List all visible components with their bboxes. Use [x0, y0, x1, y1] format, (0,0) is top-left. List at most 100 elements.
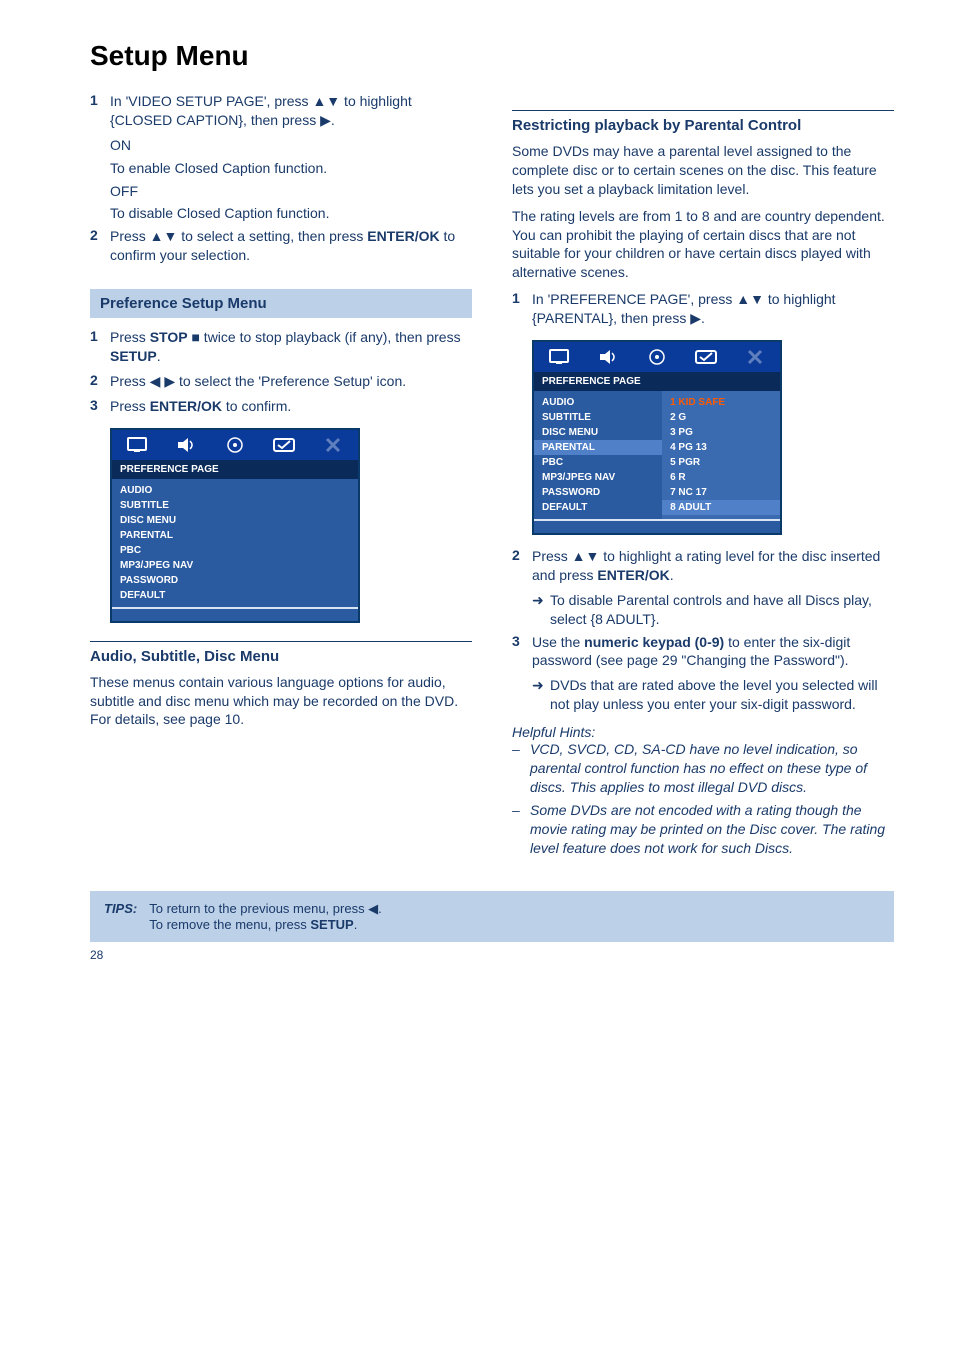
step-item: 2 Press ▲▼ to highlight a rating level f… — [512, 547, 894, 585]
tips-label: TIPS: — [104, 901, 137, 932]
osd-header: PREFERENCE PAGE — [112, 460, 358, 479]
tips-body: To return to the previous menu, press ◀.… — [149, 901, 382, 932]
osd-rating-item: 7 NC 17 — [670, 485, 772, 500]
osd-menu-item: SUBTITLE — [542, 410, 654, 425]
hint-item: – Some DVDs are not encoded with a ratin… — [512, 801, 894, 858]
subheading-restrict-playback: Restricting playback by Parental Control — [512, 110, 894, 134]
step-text: Press ▲▼ to select a setting, then press… — [110, 227, 472, 265]
text-fragment: Press — [110, 329, 150, 345]
arrow-icon: ➜ — [532, 676, 550, 714]
speaker-icon — [161, 430, 210, 460]
option-off: OFF — [110, 182, 472, 201]
step-text: Press STOP ■ twice to stop playback (if … — [110, 328, 472, 366]
step-number: 1 — [512, 290, 532, 328]
osd-body: AUDIO SUBTITLE DISC MENU PARENTAL PBC MP… — [112, 479, 358, 607]
settings-check-icon — [260, 430, 309, 460]
paragraph: Some DVDs may have a parental level assi… — [512, 142, 894, 199]
osd-menu-item: PARENTAL — [120, 528, 350, 543]
osd-menu-item: DEFAULT — [120, 588, 350, 603]
monitor-icon — [112, 430, 161, 460]
text-fragment: to confirm. — [222, 398, 291, 414]
key-name: ENTER/OK — [150, 398, 222, 414]
dash-icon: – — [512, 801, 530, 858]
osd-header: PREFERENCE PAGE — [534, 372, 780, 391]
step-text: In 'PREFERENCE PAGE', press ▲▼ to highli… — [532, 290, 894, 328]
paragraph: These menus contain various language opt… — [90, 673, 472, 730]
osd-tab-bar — [534, 342, 780, 372]
step-number: 2 — [90, 227, 110, 265]
two-column-layout: 1 In 'VIDEO SETUP PAGE', press ▲▼ to hig… — [90, 92, 894, 861]
osd-menu-list: AUDIO SUBTITLE DISC MENU PARENTAL PBC MP… — [534, 391, 662, 519]
osd-menu-list: AUDIO SUBTITLE DISC MENU PARENTAL PBC MP… — [112, 479, 358, 607]
osd-menu-item: DISC MENU — [120, 513, 350, 528]
step-item: 1 In 'VIDEO SETUP PAGE', press ▲▼ to hig… — [90, 92, 472, 130]
option-on-desc: To enable Closed Caption function. — [110, 159, 472, 178]
text-fragment: Press ▲▼ to select a setting, then press — [110, 228, 367, 244]
osd-footer — [112, 607, 358, 621]
osd-rating-item: 5 PGR — [670, 455, 772, 470]
osd-menu-item: AUDIO — [120, 483, 350, 498]
speaker-icon — [583, 342, 632, 372]
result-text: DVDs that are rated above the level you … — [550, 676, 894, 714]
result-bullet: ➜ DVDs that are rated above the level yo… — [532, 676, 894, 714]
osd-menu-item: SUBTITLE — [120, 498, 350, 513]
left-column: 1 In 'VIDEO SETUP PAGE', press ▲▼ to hig… — [90, 92, 472, 861]
disc-icon — [210, 430, 259, 460]
osd-rating-item-highlighted: 8 ADULT — [662, 500, 780, 515]
tips-line: To return to the previous menu, press ◀. — [149, 901, 382, 916]
osd-menu-item: DEFAULT — [542, 500, 654, 515]
step-item: 2 Press ◀ ▶ to select the 'Preference Se… — [90, 372, 472, 391]
key-name: SETUP — [110, 348, 157, 364]
osd-body: AUDIO SUBTITLE DISC MENU PARENTAL PBC MP… — [534, 391, 780, 519]
disc-icon — [632, 342, 681, 372]
osd-menu-item: MP3/JPEG NAV — [120, 558, 350, 573]
page-number: 28 — [90, 948, 894, 962]
hint-item: – VCD, SVCD, CD, SA-CD have no level ind… — [512, 740, 894, 797]
osd-menu-item-highlighted: PARENTAL — [534, 440, 662, 455]
key-name: numeric keypad (0-9) — [584, 634, 724, 650]
text-fragment: Press ▲▼ to highlight a rating level for… — [532, 548, 880, 583]
osd-rating-item: 6 R — [670, 470, 772, 485]
monitor-icon — [534, 342, 583, 372]
step-text: Use the numeric keypad (0-9) to enter th… — [532, 633, 894, 671]
step-item: 2 Press ▲▼ to select a setting, then pre… — [90, 227, 472, 265]
osd-menu-item: DISC MENU — [542, 425, 654, 440]
option-off-desc: To disable Closed Caption function. — [110, 204, 472, 223]
key-name: SETUP — [310, 917, 353, 932]
step-text: Press ◀ ▶ to select the 'Preference Setu… — [110, 372, 406, 391]
text-fragment: . — [354, 917, 358, 932]
osd-rating-item: 2 G — [670, 410, 772, 425]
option-off-label: OFF — [110, 183, 138, 199]
step-item: 3 Press ENTER/OK to confirm. — [90, 397, 472, 416]
arrow-icon: ➜ — [532, 591, 550, 629]
text-fragment: Use the — [532, 634, 584, 650]
section-heading-preference: Preference Setup Menu — [90, 289, 472, 318]
text-fragment: . — [157, 348, 161, 364]
result-text: To disable Parental controls and have al… — [550, 591, 894, 629]
close-icon — [309, 430, 358, 460]
page-title: Setup Menu — [90, 40, 894, 72]
osd-menu-item: AUDIO — [542, 395, 654, 410]
osd-menu-item: PBC — [120, 543, 350, 558]
option-on: ON — [110, 136, 472, 155]
paragraph: The rating levels are from 1 to 8 and ar… — [512, 207, 894, 283]
option-on-label: ON — [110, 137, 131, 153]
key-name: STOP — [150, 329, 188, 345]
step-item: 3 Use the numeric keypad (0-9) to enter … — [512, 633, 894, 671]
step-number: 1 — [90, 92, 110, 130]
step-text: In 'VIDEO SETUP PAGE', press ▲▼ to highl… — [110, 92, 472, 130]
osd-preference-page: PREFERENCE PAGE AUDIO SUBTITLE DISC MENU… — [110, 428, 360, 623]
text-fragment: To remove the menu, press — [149, 917, 310, 932]
key-name: ENTER/OK — [367, 228, 439, 244]
hints-heading: Helpful Hints: — [512, 724, 894, 740]
hint-text: VCD, SVCD, CD, SA-CD have no level indic… — [530, 740, 894, 797]
settings-check-icon — [682, 342, 731, 372]
hint-text: Some DVDs are not encoded with a rating … — [530, 801, 894, 858]
result-bullet: ➜ To disable Parental controls and have … — [532, 591, 894, 629]
osd-menu-item: MP3/JPEG NAV — [542, 470, 654, 485]
osd-rating-list: 1 KID SAFE 2 G 3 PG 4 PG 13 5 PGR 6 R 7 … — [662, 391, 780, 519]
step-number: 3 — [90, 397, 110, 416]
osd-footer — [534, 519, 780, 533]
osd-menu-item: PASSWORD — [542, 485, 654, 500]
tips-bar: TIPS: To return to the previous menu, pr… — [90, 891, 894, 942]
